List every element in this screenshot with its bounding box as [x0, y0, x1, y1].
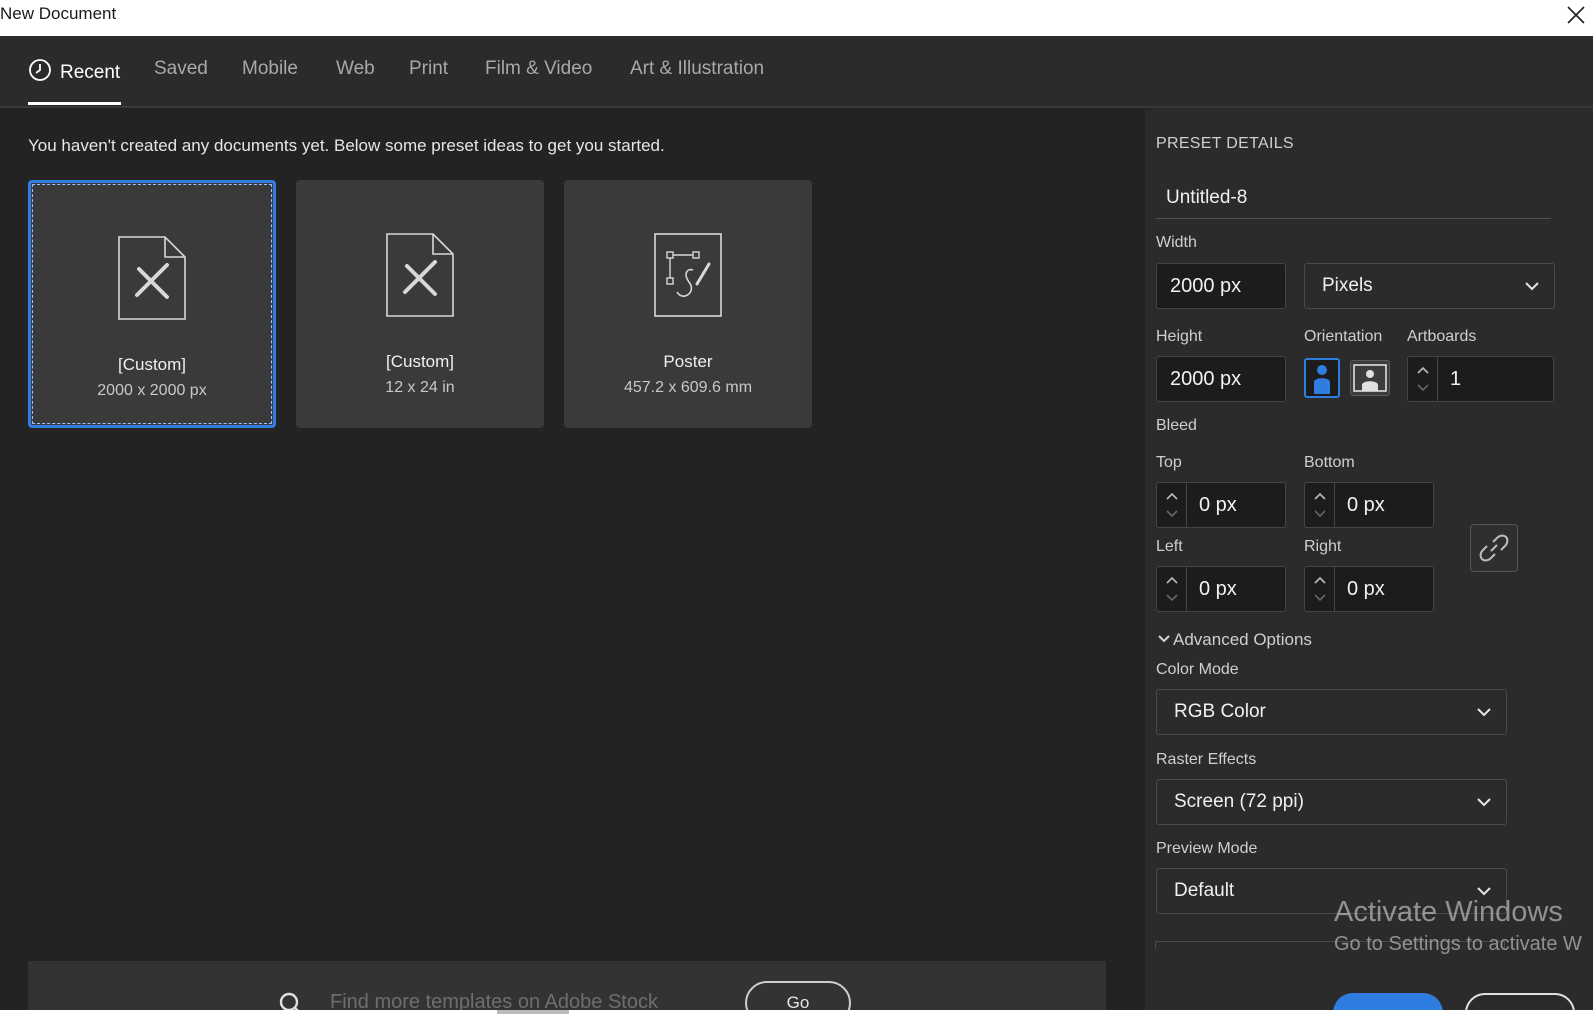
- raster-effects-label: Raster Effects: [1156, 751, 1257, 768]
- stepper-arrow-icon: [1314, 576, 1326, 602]
- stepper-arrow-icon: [1314, 492, 1326, 518]
- link-icon: [1479, 534, 1509, 562]
- preset-name: Poster: [663, 352, 713, 371]
- preset-dimensions: 12 x 24 in: [385, 379, 455, 396]
- bleed-top-label: Top: [1156, 454, 1182, 471]
- stock-search-bar: Find more templates on Adobe Stock Go: [28, 961, 1106, 1017]
- height-input[interactable]: 2000 px: [1156, 356, 1286, 402]
- bleed-right-label: Right: [1304, 538, 1342, 555]
- preset-card[interactable]: [Custom] 12 x 24 in: [296, 180, 544, 428]
- horizontal-scrollbar[interactable]: [0, 1010, 1593, 1017]
- preset-dimensions: 2000 x 2000 px: [97, 382, 207, 399]
- preset-category-tabs: Recent Saved Mobile Web Print Film & Vid…: [0, 36, 1593, 108]
- bleed-left-value[interactable]: 0 px: [1199, 567, 1237, 611]
- landscape-orientation-button[interactable]: [1350, 360, 1390, 396]
- advanced-options-label: Advanced Options: [1173, 630, 1312, 649]
- preset-name: [Custom]: [385, 352, 455, 371]
- bleed-top-value[interactable]: 0 px: [1199, 483, 1237, 527]
- portrait-orientation-button[interactable]: [1304, 358, 1340, 398]
- tab-label: Recent: [60, 62, 121, 83]
- stepper-arrows[interactable]: [1305, 483, 1335, 527]
- intro-text: You haven't created any documents yet. B…: [28, 136, 665, 155]
- window-title: New Document: [0, 4, 117, 23]
- ruler-pencil-doc-icon: [386, 233, 454, 317]
- preset-card[interactable]: Poster 457.2 x 609.6 mm: [564, 180, 812, 428]
- raster-effects-select[interactable]: Screen (72 ppi): [1156, 779, 1507, 825]
- orientation-label: Orientation: [1304, 328, 1383, 345]
- chevron-down-icon: [1477, 708, 1491, 717]
- bleed-bottom-value[interactable]: 0 px: [1347, 483, 1385, 527]
- preset-details-panel: PRESET DETAILS Untitled-8 Width 2000 px …: [1145, 109, 1593, 1017]
- bleed-right-stepper[interactable]: 0 px: [1304, 566, 1434, 612]
- ruler-pencil-doc-icon: [118, 236, 186, 320]
- link-bleed-button[interactable]: [1470, 524, 1518, 572]
- preset-details-heading: PRESET DETAILS: [1156, 135, 1294, 152]
- portrait-icon: [1314, 365, 1330, 394]
- stepper-arrow-icon: [1417, 366, 1429, 392]
- tab-art-illustration[interactable]: Art & Illustration: [630, 58, 764, 80]
- tab-print[interactable]: Print: [409, 58, 448, 80]
- artboards-stepper[interactable]: 1: [1407, 356, 1554, 402]
- stepper-arrows[interactable]: [1305, 567, 1335, 611]
- chevron-down-icon: [1525, 282, 1539, 291]
- tab-film-video[interactable]: Film & Video: [485, 58, 592, 80]
- artboards-value[interactable]: 1: [1450, 357, 1461, 401]
- tab-saved[interactable]: Saved: [154, 58, 208, 80]
- chevron-down-icon: [1158, 635, 1170, 643]
- chevron-down-icon: [1477, 887, 1491, 896]
- bleed-right-value[interactable]: 0 px: [1347, 567, 1385, 611]
- watermark-line-1: Activate Windows: [1334, 896, 1563, 928]
- bleed-left-stepper[interactable]: 0 px: [1156, 566, 1286, 612]
- tab-web[interactable]: Web: [336, 58, 375, 80]
- advanced-options-toggle[interactable]: Advanced Options: [1158, 630, 1312, 650]
- clock-icon: [29, 59, 51, 81]
- bleed-top-stepper[interactable]: 0 px: [1156, 482, 1286, 528]
- chevron-down-icon: [1477, 798, 1491, 807]
- preset-dimensions: 457.2 x 609.6 mm: [623, 379, 753, 396]
- preview-mode-label: Preview Mode: [1156, 840, 1258, 857]
- scrollbar-thumb[interactable]: [497, 1010, 569, 1014]
- bleed-left-label: Left: [1156, 538, 1183, 555]
- raster-effects-value: Screen (72 ppi): [1174, 791, 1304, 812]
- units-value: Pixels: [1322, 275, 1373, 296]
- units-select[interactable]: Pixels: [1304, 263, 1555, 309]
- artboards-label: Artboards: [1407, 328, 1477, 345]
- width-input[interactable]: 2000 px: [1156, 263, 1286, 309]
- active-tab-indicator: [28, 102, 121, 105]
- width-label: Width: [1156, 234, 1197, 251]
- landscape-icon: [1353, 364, 1387, 392]
- stepper-arrows[interactable]: [1408, 357, 1438, 401]
- activate-windows-watermark: Activate Windows Go to Settings to activ…: [1334, 896, 1582, 956]
- preset-name: [Custom]: [117, 355, 187, 374]
- bleed-label: Bleed: [1156, 417, 1197, 434]
- color-mode-value: RGB Color: [1174, 701, 1266, 722]
- document-name-field[interactable]: Untitled-8: [1156, 175, 1551, 219]
- tab-recent[interactable]: Recent: [28, 58, 120, 84]
- title-bar: New Document: [0, 0, 1593, 36]
- bleed-bottom-stepper[interactable]: 0 px: [1304, 482, 1434, 528]
- preview-mode-value: Default: [1174, 880, 1235, 901]
- height-label: Height: [1156, 328, 1203, 345]
- close-icon[interactable]: [1563, 2, 1589, 28]
- stepper-arrows[interactable]: [1157, 567, 1187, 611]
- watermark-line-2: Go to Settings to activate W: [1334, 933, 1582, 955]
- stepper-arrow-icon: [1166, 576, 1178, 602]
- pen-path-doc-icon: [654, 233, 722, 317]
- preset-card[interactable]: [Custom] 2000 x 2000 px: [28, 180, 276, 428]
- color-mode-label: Color Mode: [1156, 661, 1239, 678]
- stepper-arrows[interactable]: [1157, 483, 1187, 527]
- bleed-bottom-label: Bottom: [1304, 454, 1355, 471]
- color-mode-select[interactable]: RGB Color: [1156, 689, 1507, 735]
- tab-mobile[interactable]: Mobile: [242, 58, 298, 80]
- stepper-arrow-icon: [1166, 492, 1178, 518]
